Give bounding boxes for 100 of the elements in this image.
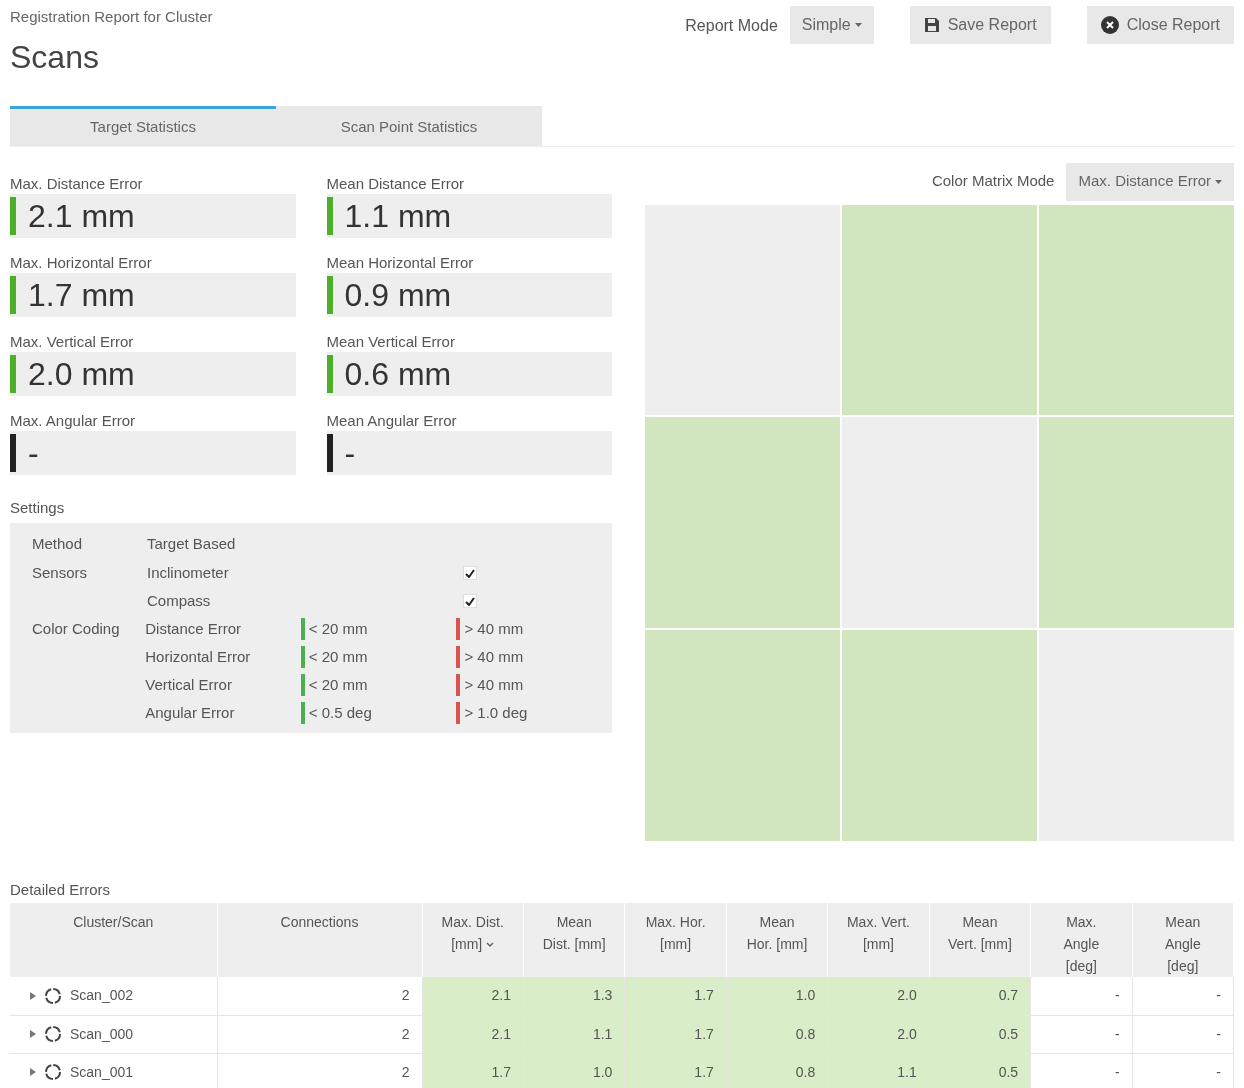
- setting-label: Color Coding: [32, 619, 120, 637]
- table-cell: -: [1030, 1015, 1133, 1053]
- threshold-value: < 0.5 deg: [308, 702, 372, 723]
- stat-value: 0.6 mm: [344, 354, 452, 394]
- table-cell: 2: [217, 1015, 422, 1053]
- table-cell: 0.5: [929, 1015, 1031, 1053]
- tab[interactable]: Scan Point Statistics: [276, 105, 542, 146]
- expand-arrow-icon[interactable]: [30, 991, 36, 1000]
- stat-value: 2.1 mm: [28, 196, 135, 236]
- matrix-cell[interactable]: [1039, 417, 1234, 628]
- column-header[interactable]: Cluster/Scan: [10, 903, 217, 977]
- color-matrix-mode-dropdown[interactable]: Max. Distance Error: [1066, 162, 1234, 201]
- table-cell: 1.1: [523, 1015, 625, 1053]
- stat-value: -: [28, 433, 39, 473]
- table-cell: 2.1: [422, 1015, 524, 1053]
- stat-value: 2.0 mm: [28, 354, 135, 394]
- scan-name: Scan_001: [70, 1062, 134, 1082]
- table-cell: 1.0: [523, 1053, 625, 1088]
- sensor-checkbox[interactable]: [463, 566, 477, 580]
- table-cell: 1.1: [827, 1053, 930, 1088]
- table-cell: 2: [217, 1053, 422, 1088]
- threshold-value: > 40 mm: [464, 674, 524, 695]
- table-cell: 2: [217, 977, 422, 1015]
- expand-arrow-icon[interactable]: [30, 1068, 36, 1076]
- checkmark-icon: [465, 596, 475, 606]
- stat-label: Mean Horizontal Error: [326, 252, 475, 272]
- stat-value: 0.9 mm: [344, 275, 452, 315]
- setting-label: Sensors: [32, 563, 88, 581]
- stat-label: Max. Vertical Error: [10, 331, 135, 351]
- caret-icon: [1215, 179, 1222, 184]
- table-cell: 1.0: [726, 977, 828, 1015]
- table-cell: 1.3: [523, 977, 625, 1015]
- stat-value: 1.1 mm: [344, 196, 452, 236]
- sensor-name: Compass: [147, 590, 212, 611]
- stat-label: Mean Angular Error: [326, 410, 458, 430]
- matrix-cell[interactable]: [1039, 204, 1234, 416]
- threshold-value: > 1.0 deg: [464, 702, 528, 723]
- table-cell: -: [1030, 1053, 1133, 1088]
- matrix-cell[interactable]: [842, 204, 1037, 416]
- table-cell: 2.0: [827, 1015, 930, 1053]
- detailed-errors-title: Detailed Errors: [10, 879, 112, 900]
- stat-label: Mean Distance Error: [326, 173, 466, 193]
- scan-circle-icon: [44, 1063, 62, 1081]
- stat-label: Max. Angular Error: [10, 410, 137, 430]
- tab[interactable]: Target Statistics: [10, 105, 276, 146]
- table-cell: 1.7: [422, 1053, 524, 1088]
- matrix-cell[interactable]: [1039, 629, 1234, 841]
- stat-value: 1.7 mm: [28, 275, 135, 315]
- threshold-value: > 40 mm: [464, 646, 524, 667]
- error-type: Distance Error: [145, 618, 243, 639]
- error-type: Horizontal Error: [145, 646, 252, 667]
- scan-name: Scan_002: [70, 986, 134, 1006]
- threshold-value: > 40 mm: [464, 618, 524, 639]
- expand-arrow-icon[interactable]: [30, 1030, 36, 1038]
- table-cell: 1.7: [624, 1053, 727, 1088]
- close-icon: [1100, 16, 1119, 34]
- table-cell: 0.8: [726, 1015, 828, 1053]
- report-mode-dropdown[interactable]: Simple: [789, 6, 874, 44]
- setting-value: Target Based: [147, 533, 236, 554]
- sensor-checkbox[interactable]: [463, 594, 477, 608]
- scan-name-cell[interactable]: Scan_000: [10, 1015, 217, 1053]
- save-report-button[interactable]: Save Report: [909, 6, 1051, 44]
- table-cell: 0.7: [929, 977, 1031, 1015]
- table-cell: 0.8: [726, 1053, 828, 1088]
- table-cell: -: [1132, 1015, 1234, 1053]
- settings-title: Settings: [10, 497, 66, 518]
- table-cell: -: [1132, 977, 1234, 1015]
- table-cell: 1.7: [624, 977, 727, 1015]
- stat-label: Max. Horizontal Error: [10, 252, 153, 272]
- error-type: Vertical Error: [145, 674, 233, 695]
- threshold-value: < 20 mm: [308, 646, 368, 667]
- table-cell: 2.0: [827, 977, 930, 1015]
- stat-label: Max. Distance Error: [10, 173, 144, 193]
- scan-circle-icon: [44, 1025, 62, 1043]
- sort-chevron-icon: [486, 942, 495, 949]
- matrix-cell[interactable]: [645, 204, 840, 416]
- table-cell: -: [1132, 1053, 1234, 1088]
- scan-name-cell[interactable]: Scan_001: [10, 1053, 217, 1088]
- close-report-button[interactable]: Close Report: [1086, 6, 1234, 44]
- table-cell: -: [1030, 977, 1133, 1015]
- scan-circle-icon: [44, 986, 62, 1005]
- table-cell: 2.1: [422, 977, 524, 1015]
- error-type: Angular Error: [145, 702, 236, 723]
- matrix-cell[interactable]: [645, 629, 840, 841]
- stat-label: Mean Vertical Error: [326, 331, 456, 351]
- matrix-cell[interactable]: [842, 629, 1037, 841]
- table-cell: 0.5: [929, 1053, 1031, 1088]
- page-title: Scans: [10, 37, 100, 77]
- checkmark-icon: [465, 568, 475, 578]
- sensor-name: Inclinometer: [147, 562, 230, 583]
- scan-name-cell[interactable]: Scan_002: [10, 977, 217, 1015]
- matrix-cell[interactable]: [645, 417, 840, 628]
- caret-icon: [854, 23, 862, 27]
- setting-label: Method: [31, 533, 84, 554]
- report-mode-label: Report Mode: [685, 16, 778, 36]
- threshold-value: < 20 mm: [308, 618, 368, 639]
- stat-value: -: [344, 433, 356, 473]
- scan-name: Scan_000: [70, 1024, 134, 1044]
- report-subtitle: Registration Report for Cluster: [10, 7, 213, 27]
- threshold-value: < 20 mm: [308, 674, 368, 695]
